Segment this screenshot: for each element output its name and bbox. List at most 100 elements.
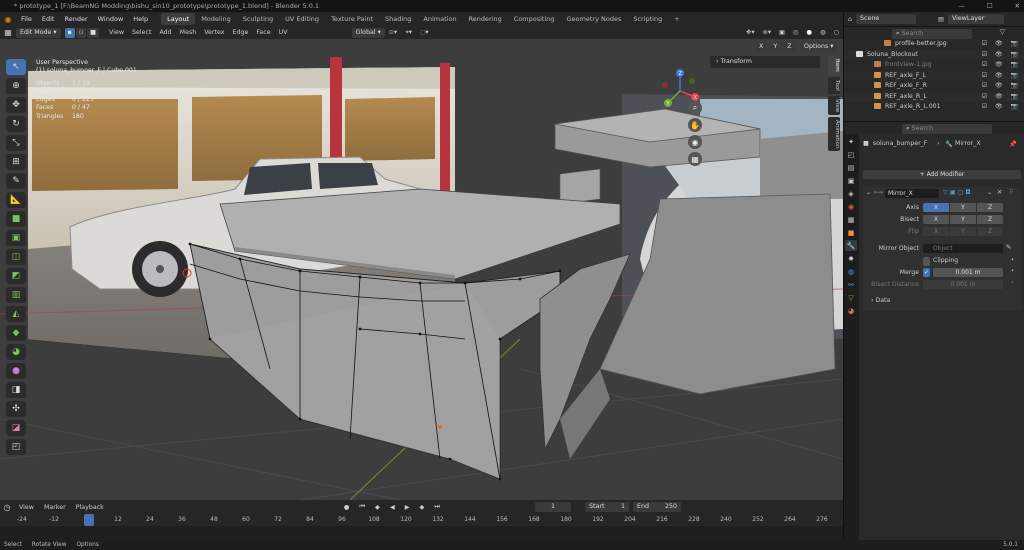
timeline-menu-marker[interactable]: Marker bbox=[39, 504, 71, 511]
transform-orientation-dropdown[interactable]: Global ▾ bbox=[351, 27, 385, 38]
mirror-x-toggle[interactable]: X bbox=[755, 42, 768, 52]
ortho-toggle-icon[interactable]: ▦ bbox=[688, 152, 702, 166]
menu-file[interactable]: File bbox=[16, 12, 37, 26]
output-tab-icon[interactable]: ▤ bbox=[845, 162, 857, 173]
outliner-row[interactable]: frontview-1.jpg ☑ 👁 📷 bbox=[844, 60, 1024, 71]
mode-selector[interactable]: Edit Mode ▾ bbox=[16, 27, 61, 38]
timeline-area[interactable]: -24-121122436486072849610812013214415616… bbox=[0, 514, 843, 540]
workspace-tab-layout[interactable]: Layout bbox=[161, 13, 196, 25]
options-dropdown[interactable]: Options ▾ bbox=[800, 42, 838, 52]
rip-tool-icon[interactable]: ◰ bbox=[6, 439, 26, 455]
scene-tab-icon[interactable]: ◈ bbox=[845, 188, 857, 199]
workspace-tab-uv-editing[interactable]: UV Editing bbox=[279, 13, 325, 25]
snap-icon[interactable]: ⌖▾ bbox=[401, 29, 416, 37]
workspace-tab-scripting[interactable]: Scripting bbox=[627, 13, 668, 25]
measure-tool-icon[interactable]: 📐 bbox=[6, 192, 26, 208]
camera-view-icon[interactable]: ◉ bbox=[688, 135, 702, 149]
world-tab-icon[interactable]: ◉ bbox=[845, 201, 857, 212]
visibility-toggle-icons[interactable]: ☑ 👁 📷 bbox=[982, 39, 1021, 50]
sidebar-tab-view[interactable]: View bbox=[828, 95, 840, 115]
outliner-tree[interactable]: profile-better.jpg ☑ 👁 📷 Soluna_Blockout ☑ … bbox=[844, 39, 1024, 121]
edge-slide-tool-icon[interactable]: ◨ bbox=[6, 382, 26, 398]
next-key-icon[interactable]: ◆ bbox=[415, 504, 430, 511]
cursor-tool-icon[interactable]: ⊕ bbox=[6, 78, 26, 94]
transform-tool-icon[interactable]: ⊞ bbox=[6, 154, 26, 170]
bisect-distance-field[interactable]: 0.001 m bbox=[923, 280, 1003, 289]
outliner-row[interactable]: Soluna_Blockout ☑ 👁 📷 bbox=[844, 49, 1024, 61]
pivot-icon[interactable]: ⊙▾ bbox=[385, 29, 401, 36]
start-frame-field[interactable]: Start 1 bbox=[585, 502, 630, 512]
rotate-tool-icon[interactable]: ↻ bbox=[6, 116, 26, 132]
header-menu-face[interactable]: Face bbox=[252, 29, 274, 36]
axis-y-toggle[interactable]: Y bbox=[950, 203, 976, 212]
view-layer-selector[interactable]: ViewLayer bbox=[947, 14, 1004, 24]
blender-logo-icon[interactable]: ◉ bbox=[0, 15, 16, 24]
sidebar-transform-panel[interactable]: › Transform bbox=[710, 56, 820, 68]
inset-tool-icon[interactable]: ◫ bbox=[6, 249, 26, 265]
outliner-search[interactable]: ⌕ Search bbox=[892, 29, 972, 39]
menu-help[interactable]: Help bbox=[128, 12, 153, 26]
bisect-x-toggle[interactable]: X bbox=[923, 215, 949, 224]
flip-y-toggle[interactable]: Y bbox=[950, 227, 976, 236]
visibility-toggle-icons[interactable]: ☑ 👁 📷 bbox=[982, 92, 1021, 103]
menu-render[interactable]: Render bbox=[59, 12, 92, 26]
3d-viewport[interactable]: ↖ ⊕ ✥ ↻ ⤡ ⊞ ✎ 📐 ■ ▣ ◫ ◩ ▥ ◭ ◆ ◕ ● ◨ ✣ ◪ … bbox=[0, 39, 843, 500]
data-tab-icon[interactable]: ▽ bbox=[845, 292, 857, 303]
gizmo-toggle-icon[interactable]: ✥▾ bbox=[742, 29, 758, 36]
maximize-button[interactable]: ☐ bbox=[987, 0, 993, 12]
wireframe-shading-icon[interactable]: ◎ bbox=[789, 29, 803, 36]
play-icon[interactable]: ▶ bbox=[400, 504, 415, 511]
frame-ruler[interactable]: -24-121122436486072849610812013214415616… bbox=[0, 514, 843, 526]
visibility-toggle-icons[interactable]: ☑ 👁 📷 bbox=[982, 102, 1021, 113]
sidebar-tab-animation[interactable]: Animation bbox=[828, 116, 840, 152]
header-menu-mesh[interactable]: Mesh bbox=[176, 29, 201, 36]
physics-tab-icon[interactable]: ◍ bbox=[845, 266, 857, 277]
material-shading-icon[interactable]: ◍ bbox=[816, 29, 830, 36]
workspace-tab-compositing[interactable]: Compositing bbox=[508, 13, 561, 25]
annotate-tool-icon[interactable]: ✎ bbox=[6, 173, 26, 189]
visibility-toggle-icons[interactable]: ☑ 👁 📷 bbox=[982, 71, 1021, 82]
overlay-toggle-icon[interactable]: ⊚▾ bbox=[759, 29, 775, 36]
clipping-checkbox[interactable] bbox=[923, 257, 930, 266]
pin-icon[interactable]: 📌 bbox=[1009, 140, 1017, 148]
modifier-name-field[interactable]: Mirror_X bbox=[885, 189, 939, 198]
drag-handle-icon[interactable]: ⠿ bbox=[1009, 189, 1014, 196]
mirror-object-field[interactable]: Object bbox=[923, 244, 1003, 253]
spin-tool-icon[interactable]: ◕ bbox=[6, 344, 26, 360]
render-tab-icon[interactable]: ◰ bbox=[845, 149, 857, 160]
add-workspace-button[interactable]: + bbox=[668, 13, 685, 25]
timeline-editor-icon[interactable]: ◷ bbox=[0, 503, 14, 512]
properties-search[interactable]: ⌕ Search bbox=[902, 124, 992, 134]
outliner-row[interactable]: REF_axle_R_L ☑ 👁 📷 bbox=[844, 91, 1024, 103]
view-layer-tab-icon[interactable]: ▣ bbox=[845, 175, 857, 186]
object-tab-icon[interactable]: ■ bbox=[845, 227, 857, 238]
jump-start-icon[interactable]: ⏮ bbox=[354, 503, 370, 511]
visibility-toggle-icons[interactable]: ☑ 👁 📷 bbox=[982, 50, 1021, 61]
playhead[interactable] bbox=[84, 514, 94, 526]
pan-hand-icon[interactable]: ✋ bbox=[688, 118, 702, 132]
visibility-toggle-icons[interactable]: ☑ 👁 📷 bbox=[982, 60, 1021, 71]
keyframe-dot-icon[interactable]: • bbox=[1011, 268, 1014, 274]
filter-icon[interactable]: ▽ bbox=[1000, 28, 1005, 36]
data-subpanel-toggle[interactable]: › Data bbox=[871, 297, 890, 304]
menu-edit[interactable]: Edit bbox=[37, 12, 60, 26]
workspace-tab-animation[interactable]: Animation bbox=[417, 13, 462, 25]
workspace-tab-modeling[interactable]: Modeling bbox=[195, 13, 237, 25]
header-menu-view[interactable]: View bbox=[105, 29, 128, 36]
shrink-tool-icon[interactable]: ✣ bbox=[6, 401, 26, 417]
header-menu-uv[interactable]: UV bbox=[275, 29, 292, 36]
move-tool-icon[interactable]: ✥ bbox=[6, 97, 26, 113]
timeline-menu-view[interactable]: View bbox=[14, 504, 39, 511]
extrude-tool-icon[interactable]: ▣ bbox=[6, 230, 26, 246]
jump-end-icon[interactable]: ⏭ bbox=[429, 503, 445, 511]
minimize-button[interactable]: — bbox=[958, 0, 965, 12]
menu-window[interactable]: Window bbox=[93, 12, 129, 26]
proportional-edit-icon[interactable]: ◌▾ bbox=[416, 29, 433, 36]
merge-checkbox[interactable]: ✓ bbox=[923, 268, 930, 277]
material-tab-icon[interactable]: ◕ bbox=[845, 305, 857, 316]
outliner-row[interactable]: REF_axle_F_L ☑ 👁 📷 bbox=[844, 70, 1024, 82]
header-menu-select[interactable]: Select bbox=[128, 29, 155, 36]
bevel-tool-icon[interactable]: ◩ bbox=[6, 268, 26, 284]
shear-tool-icon[interactable]: ◪ bbox=[6, 420, 26, 436]
add-cube-tool-icon[interactable]: ■ bbox=[6, 211, 26, 227]
